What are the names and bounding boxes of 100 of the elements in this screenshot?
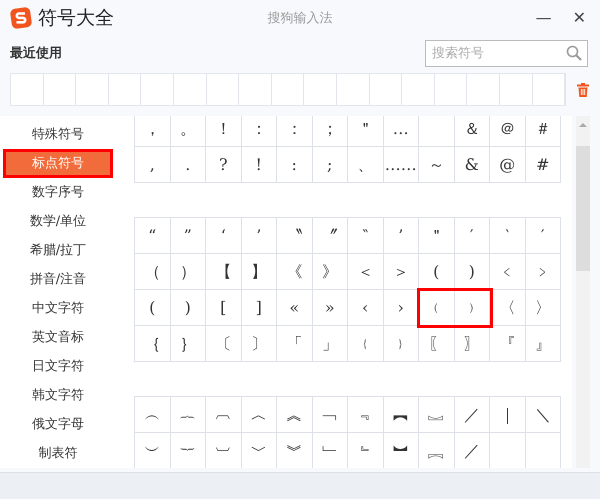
symbol-cell[interactable]: ︘ <box>419 433 454 468</box>
category-item[interactable]: 英文音标 <box>6 326 110 349</box>
symbol-cell[interactable]: 》 <box>312 254 348 290</box>
symbol-cell[interactable]: ︷ <box>170 397 206 433</box>
symbol-cell[interactable]: ︼ <box>384 433 419 468</box>
minimize-button[interactable]: — <box>532 10 556 26</box>
symbol-cell[interactable]: “ <box>135 218 170 254</box>
symbol-cell[interactable]: ︾ <box>277 433 312 468</box>
category-item[interactable]: 中文字符 <box>6 297 110 320</box>
symbol-cell[interactable]: 〖 <box>419 326 454 362</box>
symbol-cell[interactable]: 「 <box>277 326 312 362</box>
symbol-cell[interactable]: ( <box>135 290 170 326</box>
symbol-cell[interactable]: ＞ <box>384 254 419 290</box>
symbol-cell[interactable]: 〈 <box>490 290 526 326</box>
symbol-cell[interactable]: ＠ <box>490 116 526 147</box>
symbol-cell[interactable]: ﹛ <box>348 326 384 362</box>
symbol-cell[interactable]: ﹚ <box>454 290 490 326</box>
symbol-cell[interactable]: ﹂ <box>312 433 348 468</box>
symbol-cell[interactable]: ︶ <box>135 433 170 468</box>
symbol-cell[interactable]: ＂ <box>419 218 454 254</box>
symbol-cell[interactable]: 」 <box>312 326 348 362</box>
symbol-cell[interactable]: ＂ <box>348 116 384 147</box>
symbol-cell[interactable]: # <box>526 147 561 183</box>
category-item[interactable]: 数学/单位 <box>6 210 110 233</box>
symbol-cell[interactable]: » <box>312 290 348 326</box>
symbol-cell[interactable]: ‶ <box>348 218 384 254</box>
symbol-cell[interactable]: ‹ <box>348 290 384 326</box>
symbol-cell[interactable]: ） <box>170 254 206 290</box>
symbol-cell[interactable]: …… <box>384 147 419 183</box>
symbol-cell[interactable]: ” <box>170 218 206 254</box>
symbol-cell[interactable]: ) <box>454 254 490 290</box>
symbol-cell[interactable]: 〔 <box>206 326 242 362</box>
symbol-cell[interactable]: 。 <box>170 116 206 147</box>
category-item[interactable]: 数字序号 <box>6 181 110 204</box>
symbol-cell[interactable]: « <box>277 290 312 326</box>
symbol-cell[interactable]: ! <box>242 147 277 183</box>
symbol-cell[interactable]: 、 <box>348 147 384 183</box>
symbol-cell[interactable]: ﹤ <box>490 254 526 290</box>
close-button[interactable]: ✕ <box>568 10 590 26</box>
symbol-cell[interactable]: ： <box>242 116 277 147</box>
search-field[interactable]: 搜索符号 <box>425 40 588 67</box>
scrollbar[interactable] <box>576 116 590 468</box>
symbol-cell[interactable]: ﹙ <box>419 290 454 326</box>
symbol-cell[interactable]: ＆ <box>454 116 490 147</box>
search-icon[interactable] <box>566 45 582 61</box>
symbol-cell[interactable]: ︽ <box>277 397 312 433</box>
symbol-cell[interactable]: ] <box>242 290 277 326</box>
symbol-cell[interactable]: ︺ <box>206 433 242 468</box>
symbol-cell[interactable]: 】 <box>242 254 277 290</box>
symbol-cell[interactable]: ‵ <box>490 218 526 254</box>
symbol-cell[interactable]: . <box>170 147 206 183</box>
symbol-cell[interactable]: 〕 <box>242 326 277 362</box>
category-item[interactable]: 韩文字符 <box>6 384 110 407</box>
symbol-cell[interactable]: … <box>384 116 419 147</box>
symbol-cell[interactable]: ﹃ <box>348 397 384 433</box>
category-item[interactable]: 希腊/拉丁 <box>6 239 110 262</box>
symbol-cell[interactable]: ＃ <box>526 116 561 147</box>
symbol-cell[interactable]: ︵ <box>135 397 170 433</box>
symbol-cell[interactable]: 〞 <box>312 218 348 254</box>
symbol-cell[interactable]: ／ <box>454 433 490 468</box>
symbol-cell[interactable]: [ <box>206 290 242 326</box>
symbol-cell[interactable]: 〝 <box>277 218 312 254</box>
symbol-cell[interactable]: ( <box>419 254 454 290</box>
symbol-cell[interactable]: › <box>384 290 419 326</box>
symbol-cell[interactable]: 《 <box>277 254 312 290</box>
category-item[interactable]: 日文字符 <box>6 355 110 378</box>
symbol-cell[interactable]: ) <box>170 290 206 326</box>
symbol-cell[interactable]: ； <box>312 116 348 147</box>
symbol-cell[interactable]: 『 <box>490 326 526 362</box>
trash-icon[interactable] <box>577 82 590 96</box>
symbol-cell[interactable]: ﹄ <box>348 433 384 468</box>
symbol-cell[interactable]: & <box>454 147 490 183</box>
symbol-cell[interactable]: ︿ <box>242 397 277 433</box>
symbol-cell[interactable]: ＼ <box>526 397 561 433</box>
symbol-cell[interactable]: ： <box>277 116 312 147</box>
symbol-cell[interactable]: ﹁ <box>312 397 348 433</box>
symbol-cell[interactable]: : <box>277 147 312 183</box>
symbol-cell[interactable]: 〗 <box>454 326 490 362</box>
category-item[interactable]: 拼音/注音 <box>6 268 110 291</box>
symbol-cell[interactable]: 〉 <box>526 290 561 326</box>
symbol-cell[interactable]: （ <box>135 254 170 290</box>
category-item[interactable]: 制表符 <box>6 442 110 465</box>
symbol-cell[interactable]: ｝ <box>170 326 206 362</box>
symbol-cell[interactable]: ／ <box>454 397 490 433</box>
symbol-cell[interactable]: ～ <box>419 147 454 183</box>
category-item[interactable]: 特殊符号 <box>6 123 110 146</box>
symbol-cell[interactable]: ’ <box>242 218 277 254</box>
symbol-cell[interactable]: ︻ <box>384 397 419 433</box>
symbol-cell[interactable]: ＜ <box>348 254 384 290</box>
symbol-cell[interactable]: , <box>135 147 170 183</box>
symbol-cell[interactable]: ︹ <box>206 397 242 433</box>
symbol-cell[interactable]: ﹜ <box>384 326 419 362</box>
symbol-cell[interactable]: @ <box>490 147 526 183</box>
symbol-cell[interactable]: ， <box>135 116 170 147</box>
symbol-cell[interactable]: ’ <box>384 218 419 254</box>
category-item[interactable]: 俄文字母 <box>6 413 110 436</box>
symbol-cell[interactable]: 【 <box>206 254 242 290</box>
symbol-cell[interactable]: ; <box>312 147 348 183</box>
symbol-cell[interactable]: ‘ <box>206 218 242 254</box>
symbol-cell[interactable]: ｛ <box>135 326 170 362</box>
